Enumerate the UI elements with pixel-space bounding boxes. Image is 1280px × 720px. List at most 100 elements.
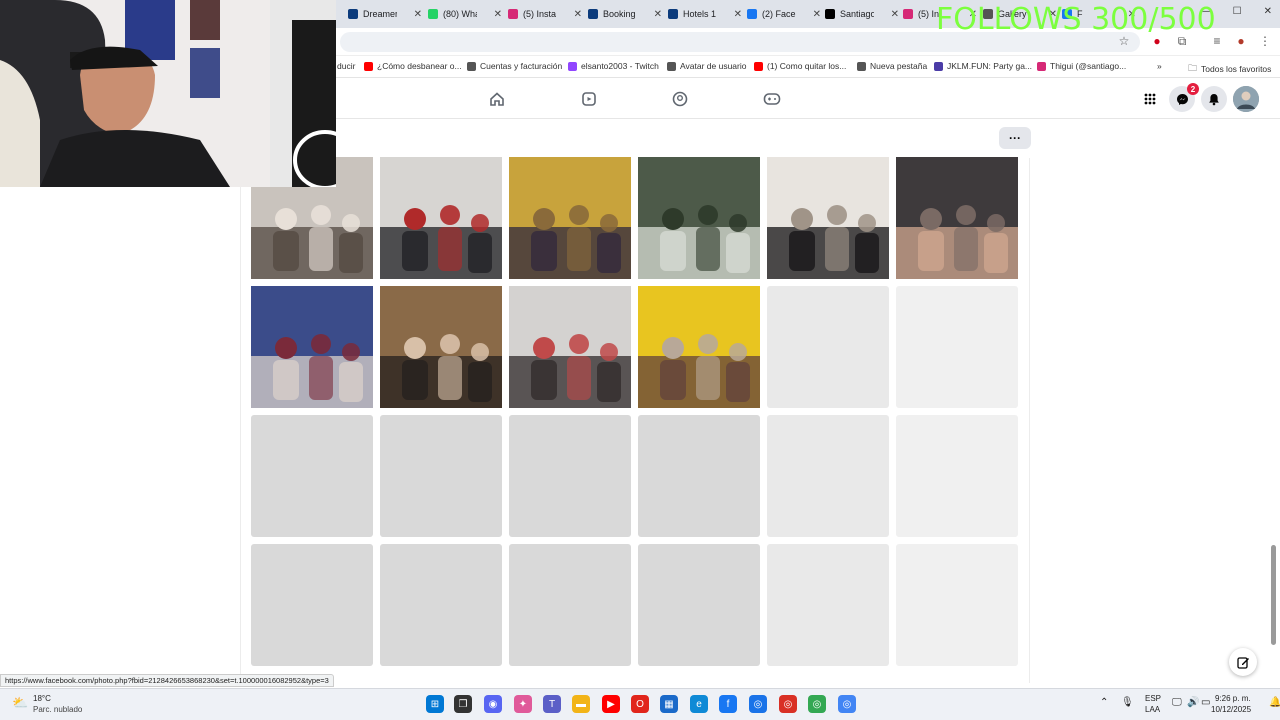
- browser-tab[interactable]: (80) Wha ✕: [428, 4, 502, 24]
- photo-thumbnail[interactable]: [638, 286, 760, 408]
- chrome-icon[interactable]: ◎: [838, 695, 856, 713]
- bell-icon[interactable]: [1201, 86, 1227, 112]
- facebook-icon[interactable]: f: [719, 695, 737, 713]
- photo-thumbnail[interactable]: [251, 286, 373, 408]
- store-icon[interactable]: ▦: [660, 695, 678, 713]
- photo-thumbnail[interactable]: [767, 157, 889, 279]
- instagram-icon: [508, 9, 518, 19]
- photo-thumbnail[interactable]: [509, 157, 631, 279]
- bookmark-item[interactable]: ducir: [337, 61, 355, 71]
- windows-start-icon[interactable]: ⊞: [426, 695, 444, 713]
- photo-thumbnail[interactable]: [380, 157, 502, 279]
- photo-thumbnail[interactable]: [380, 286, 502, 408]
- gaming-icon[interactable]: [763, 90, 781, 108]
- chrome-icon[interactable]: ◎: [749, 695, 767, 713]
- browser-tab[interactable]: Dreamer ✕: [348, 4, 422, 24]
- facebook-icon: [747, 9, 757, 19]
- maximize-icon[interactable]: ☐: [1233, 6, 1242, 17]
- all-favorites-folder[interactable]: 🗀 Todos los favoritos: [1188, 61, 1271, 77]
- tab-title: (5) Insta: [523, 9, 557, 19]
- bookmark-item[interactable]: Thigui (@santiago...: [1037, 61, 1126, 71]
- tab-title: Santiago: [840, 9, 874, 19]
- clock-time[interactable]: 9:26 p. m.: [1215, 694, 1251, 703]
- youtube-icon[interactable]: ▶: [602, 695, 620, 713]
- volume-icon[interactable]: 🔊: [1187, 697, 1199, 708]
- bookmark-item[interactable]: Nueva pestaña: [857, 61, 927, 71]
- photo-image: [380, 157, 502, 279]
- photo-loading-placeholder: [380, 415, 502, 537]
- groups-icon[interactable]: [671, 90, 689, 108]
- photo-loading-placeholder: [509, 544, 631, 666]
- bookmark-label: JKLM.FUN: Party ga...: [947, 61, 1033, 71]
- photo-loading-placeholder: [251, 415, 373, 537]
- bookmark-item[interactable]: (1) Como quitar los...: [754, 61, 846, 71]
- photo-loading-placeholder: [767, 286, 889, 408]
- profile-avatar-icon[interactable]: ●: [1234, 34, 1248, 48]
- avatar[interactable]: [1233, 86, 1259, 112]
- close-tab-icon[interactable]: ✕: [891, 9, 899, 20]
- photo-thumbnail[interactable]: [896, 157, 1018, 279]
- bookmark-item[interactable]: Cuentas y facturación: [467, 61, 562, 71]
- browser-tab[interactable]: (5) Insta ✕: [508, 4, 582, 24]
- photo-thumbnail[interactable]: [509, 286, 631, 408]
- bookmark-item[interactable]: elsanto2003 - Twitch: [568, 61, 659, 71]
- teams-icon[interactable]: T: [543, 695, 561, 713]
- tab-title: Booking: [603, 9, 636, 19]
- close-tab-icon[interactable]: ✕: [414, 9, 422, 20]
- chrome-icon[interactable]: ◎: [779, 695, 797, 713]
- weather-temp[interactable]: 18°C: [33, 694, 51, 703]
- bookmark-item[interactable]: JKLM.FUN: Party ga...: [934, 61, 1032, 71]
- browser-tab[interactable]: Hotels 1 ✕: [668, 4, 742, 24]
- notifications-center-icon[interactable]: 🔔: [1269, 697, 1280, 708]
- close-tab-icon[interactable]: ✕: [813, 9, 821, 20]
- browser-tab[interactable]: Booking ✕: [588, 4, 662, 24]
- booking-b-icon: [588, 9, 598, 19]
- edge-icon[interactable]: e: [690, 695, 708, 713]
- bookmark-favicon-icon: [467, 61, 476, 71]
- compose-icon[interactable]: [1229, 648, 1257, 676]
- bookmark-item[interactable]: Avatar de usuario: [667, 61, 746, 71]
- menu-grid-icon[interactable]: [1137, 86, 1163, 112]
- home-icon[interactable]: [488, 90, 506, 108]
- tab-title: Hotels 1: [683, 9, 717, 19]
- photo-image: [638, 286, 760, 408]
- browser-tab[interactable]: (2) Faceb ✕: [747, 4, 821, 24]
- bookmark-favicon-icon: [857, 61, 866, 71]
- copilot-icon[interactable]: ✦: [514, 695, 532, 713]
- language-code[interactable]: ESP: [1145, 694, 1161, 703]
- bookmark-favicon-icon: [934, 61, 943, 71]
- bookmark-label: Cuentas y facturación: [480, 61, 563, 71]
- instagram-icon: [903, 9, 913, 19]
- tiktok-icon: [825, 9, 835, 19]
- page-scrollbar[interactable]: [1271, 545, 1276, 645]
- browser-tab[interactable]: Santiago ✕: [825, 4, 899, 24]
- network-icon[interactable]: 🖵: [1172, 697, 1182, 708]
- close-tab-icon[interactable]: ✕: [574, 9, 582, 20]
- more-options-button[interactable]: ···: [999, 127, 1031, 149]
- chrome-menu-icon[interactable]: ⋮: [1258, 34, 1272, 48]
- discord-icon[interactable]: ◉: [484, 695, 502, 713]
- keyboard-layout: LAA: [1145, 705, 1161, 714]
- photo-loading-placeholder: [896, 286, 1018, 408]
- photo-loading-placeholder: [509, 415, 631, 537]
- opera-icon[interactable]: O: [631, 695, 649, 713]
- photo-image: [638, 157, 760, 279]
- photo-thumbnail[interactable]: [638, 157, 760, 279]
- reels-video-icon[interactable]: [580, 90, 598, 108]
- close-tab-icon[interactable]: ✕: [494, 9, 502, 20]
- microphone-icon[interactable]: 🎙: [1121, 697, 1134, 708]
- tray-chevron-icon[interactable]: ⌃: [1100, 697, 1108, 708]
- close-tab-icon[interactable]: ✕: [734, 9, 742, 20]
- bookmark-favicon-icon: [754, 61, 763, 71]
- task-view-icon[interactable]: ❐: [454, 695, 472, 713]
- bookmarks-more-button[interactable]: »: [1157, 61, 1162, 71]
- bookmark-label: Thigui (@santiago...: [1050, 61, 1127, 71]
- file-explorer-icon[interactable]: ▬: [572, 695, 590, 713]
- close-tab-icon[interactable]: ✕: [654, 9, 662, 20]
- battery-icon[interactable]: ▭: [1201, 697, 1210, 708]
- weather-desc: Parc. nublado: [33, 705, 83, 714]
- chrome-icon[interactable]: ◎: [808, 695, 826, 713]
- close-icon[interactable]: ✕: [1264, 6, 1272, 17]
- bookmark-item[interactable]: ¿Cómo desbanear o...: [364, 61, 462, 71]
- status-bar-url: https://www.facebook.com/photo.php?fbid=…: [0, 674, 334, 687]
